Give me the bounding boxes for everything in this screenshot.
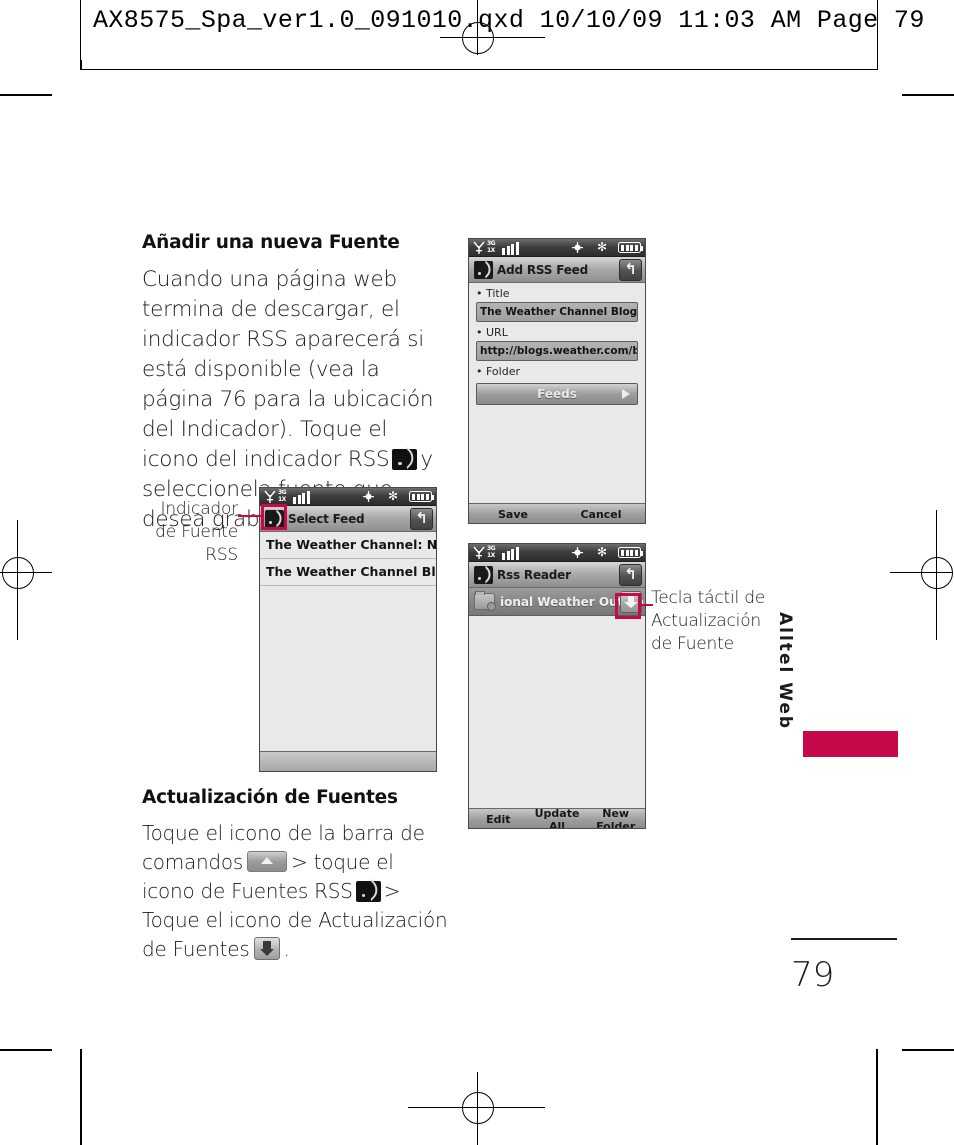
chapter-tab-label: Alltel Web	[775, 612, 795, 731]
status-bar: 3G 1X ✻	[469, 544, 645, 562]
back-arrow-icon[interactable]: ↰	[410, 508, 433, 530]
bluetooth-icon: ✻	[597, 545, 608, 559]
feed-update-icon	[253, 937, 280, 960]
soft-key-bar: Save Cancel	[469, 503, 645, 523]
title-bar: Select Feed ↰	[260, 506, 436, 532]
crop-mark-top-left-h	[0, 94, 52, 96]
folder-rss-icon	[474, 591, 496, 611]
callout-rss-indicator: Indicador de Fuente RSS	[155, 499, 238, 565]
url-field-label: URL	[469, 322, 645, 341]
save-button[interactable]: Save	[469, 508, 557, 521]
battery-icon	[618, 547, 643, 558]
screen-title: Select Feed	[288, 511, 365, 526]
slug-text: AX8575_Spa_ver1.0_091010.qxd 10/10/09 11…	[93, 6, 925, 35]
command-bar-icon	[247, 851, 287, 872]
page-number: 79	[791, 955, 835, 995]
gps-icon	[572, 547, 583, 558]
new-folder-button[interactable]: New Folder	[586, 807, 645, 829]
folder-select[interactable]: Feeds	[476, 383, 638, 405]
screen-body: The Weather Channel: Nati The Weather Ch…	[260, 532, 436, 771]
bluetooth-icon: ✻	[388, 489, 399, 503]
screenshot-select-feed: 3G 1X ✻ Select Feed ↰ The Weather Channe…	[259, 487, 437, 772]
section-2-paragraph: Toque el icono de la barra de comandos > …	[142, 819, 452, 964]
rss-icon	[474, 260, 493, 279]
battery-icon	[618, 242, 643, 253]
signal-bars-icon	[293, 491, 310, 504]
antenna-icon	[473, 241, 485, 254]
antenna-icon	[473, 546, 485, 559]
gps-icon	[363, 491, 374, 502]
network-mode-indicator: 3G 1X	[487, 240, 496, 254]
page-edge-left	[80, 1049, 82, 1145]
list-item[interactable]: The Weather Channel: Nati	[260, 532, 436, 559]
rss-feed-icon	[355, 881, 381, 902]
screen-title: Add RSS Feed	[497, 262, 588, 277]
screenshot-rss-reader: 3G 1X ✻ Rss Reader ↰ ional Weather Outlo…	[468, 543, 646, 829]
list-item[interactable]: The Weather Channel Blog	[260, 559, 436, 586]
screenshot-add-rss-feed: 3G 1X ✻ Add RSS Feed ↰ Title The Weather…	[468, 238, 646, 524]
bluetooth-icon: ✻	[597, 240, 608, 254]
registration-mark-right	[890, 510, 954, 650]
section-1-text-before-icon: Cuando una página web termina de descarg…	[142, 267, 434, 472]
registration-mark-bottom	[400, 1060, 560, 1145]
rss-icon[interactable]	[265, 509, 284, 528]
soft-key-bar: Edit Update All New Folder	[469, 807, 645, 829]
page-edge-right	[876, 1049, 878, 1145]
screen-body: Title The Weather Channel Blog [RSS URL …	[469, 283, 645, 523]
section-2-heading: Actualización de Fuentes	[142, 787, 398, 808]
crop-mark-bottom-left-h	[0, 1049, 52, 1051]
edit-button[interactable]: Edit	[469, 813, 528, 826]
folder-field-label: Folder	[469, 361, 645, 380]
cancel-button[interactable]: Cancel	[557, 508, 645, 521]
registration-mark-left	[0, 520, 60, 660]
antenna-icon	[264, 490, 276, 503]
rss-feed-icon	[392, 449, 418, 470]
folder-select-value: Feeds	[537, 387, 577, 401]
signal-bars-icon	[502, 242, 519, 255]
section-2-text-part4: .	[283, 937, 290, 961]
page-number-rule	[791, 938, 897, 940]
title-input[interactable]: The Weather Channel Blog [RSS	[476, 302, 638, 322]
status-bar: 3G 1X ✻	[469, 239, 645, 257]
gps-icon	[572, 242, 583, 253]
prepress-slug-bar: AX8575_Spa_ver1.0_091010.qxd 10/10/09 11…	[80, 0, 924, 70]
network-mode-indicator: 3G 1X	[278, 489, 287, 503]
screen-title: Rss Reader	[497, 567, 571, 582]
update-all-button[interactable]: Update All	[528, 807, 587, 829]
title-bar: Add RSS Feed ↰	[469, 257, 645, 283]
screen-body: ional Weather Outlook Edit Update All Ne…	[469, 588, 645, 829]
back-arrow-icon[interactable]: ↰	[619, 259, 642, 281]
chevron-right-icon	[622, 389, 630, 399]
back-arrow-icon[interactable]: ↰	[619, 564, 642, 586]
crop-mark-bottom-right-h	[902, 1049, 954, 1051]
feed-list-item[interactable]: ional Weather Outlook	[469, 588, 645, 616]
leader-line-rss-indicator	[238, 515, 263, 517]
download-update-icon[interactable]	[620, 591, 642, 613]
signal-bars-icon	[502, 547, 519, 560]
crop-mark-top-right-h	[902, 94, 954, 96]
soft-key-bar	[260, 751, 436, 771]
section-1-heading: Añadir una nueva Fuente	[142, 232, 400, 253]
chapter-tab-color-block	[803, 731, 898, 757]
network-mode-indicator: 3G 1X	[487, 545, 496, 559]
status-bar: 3G 1X ✻	[260, 488, 436, 506]
callout-feed-update-key: Tecla táctil de Actualización de Fuente	[651, 588, 766, 654]
section-update-feeds: Actualización de Fuentes Toque el icono …	[142, 787, 452, 964]
rss-icon	[474, 565, 493, 584]
title-field-label: Title	[469, 283, 645, 302]
battery-icon	[409, 491, 434, 502]
title-bar: Rss Reader ↰	[469, 562, 645, 588]
url-input[interactable]: http://blogs.weather.com/blog	[476, 341, 638, 361]
